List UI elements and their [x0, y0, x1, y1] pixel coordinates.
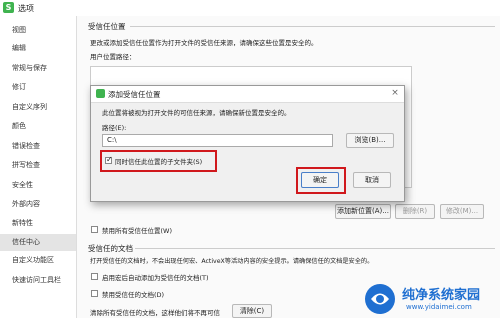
cancel-button[interactable]: 取消: [353, 172, 391, 188]
watermark: 纯净系统家园 www.yidaimei.com: [360, 280, 500, 318]
sidebar-item-color[interactable]: 颜色: [0, 118, 76, 135]
clear-button[interactable]: 清除(C): [232, 304, 272, 318]
sidebar-item-view[interactable]: 视图: [0, 22, 76, 39]
enable-macro-trust-label: 启用宏后自动添加为受信任的文档(T): [102, 274, 209, 282]
sidebar-item-general-save[interactable]: 常规与保存: [0, 60, 76, 77]
watermark-url: www.yidaimei.com: [406, 303, 472, 311]
subfolders-highlight: [100, 150, 217, 172]
sidebar-item-revision[interactable]: 修订: [0, 79, 76, 96]
trusted-locations-title: 受信任位置: [88, 22, 126, 31]
disable-all-locations-checkbox[interactable]: [91, 226, 98, 233]
watermark-title: 纯净系统家园: [402, 288, 481, 303]
enable-macro-trust-checkbox[interactable]: [91, 273, 98, 280]
watermark-logo-icon: [365, 284, 395, 314]
sidebar-item-external[interactable]: 外部内容: [0, 196, 76, 213]
disable-trusted-docs-label: 禁用受信任的文档(D): [102, 291, 165, 299]
app-icon: [96, 89, 105, 98]
browse-button[interactable]: 浏览(B)...: [346, 133, 394, 148]
sidebar-item-custom-list[interactable]: 自定义序列: [0, 99, 76, 116]
section-divider: [130, 26, 495, 27]
sidebar-item-new-features[interactable]: 新特性: [0, 215, 76, 232]
close-icon[interactable]: ×: [389, 87, 401, 99]
dialog-titlebar: 添加受信任位置 ×: [91, 86, 404, 103]
ok-highlight: [296, 167, 346, 194]
trusted-locations-description: 更改或添加受信任位置作为打开文件的受信任来源，请确保这些位置是安全的。: [90, 39, 318, 47]
trusted-documents-title: 受信任的文档: [88, 244, 133, 253]
trusted-documents-description: 打开受信任的文档时，不会出现任何宏、ActiveX等活动内容的安全提示。请确保信…: [90, 258, 374, 265]
app-icon: S: [3, 2, 14, 13]
window-title: 选项: [18, 4, 34, 13]
sidebar-item-quick-access[interactable]: 快速访问工具栏: [0, 272, 76, 289]
add-trusted-location-dialog: 添加受信任位置 × 此位置将被视为打开文件的可信任来源，请确保新位置是安全的。 …: [90, 85, 405, 202]
window-titlebar: S 选项: [0, 0, 500, 17]
path-label: 路径(E):: [102, 124, 127, 132]
sidebar-item-customize-ribbon[interactable]: 自定义功能区: [0, 252, 76, 269]
dialog-title: 添加受信任位置: [108, 90, 161, 99]
add-location-button[interactable]: 添加新位置(A)...: [335, 204, 391, 219]
disable-all-locations-label: 禁用所有受信任位置(W): [102, 227, 172, 235]
clear-trusted-docs-text: 清除所有受信任的文档，这样他们将不再可信: [90, 309, 220, 317]
path-input[interactable]: C:\: [102, 134, 333, 147]
section-divider: [135, 248, 495, 249]
sidebar-item-security[interactable]: 安全性: [0, 177, 76, 194]
dialog-warning: 此位置将被视为打开文件的可信任来源，请确保新位置是安全的。: [102, 109, 291, 117]
disable-trusted-docs-checkbox[interactable]: [91, 290, 98, 297]
path-column-header: 用户位置路径：: [90, 53, 136, 61]
modify-location-button[interactable]: 修改(M)...: [440, 204, 484, 219]
sidebar-item-spell-check[interactable]: 拼写检查: [0, 157, 76, 174]
sidebar-item-error-check[interactable]: 错误检查: [0, 138, 76, 155]
remove-location-button[interactable]: 删除(R): [395, 204, 435, 219]
sidebar-item-trust-center[interactable]: 信任中心: [0, 234, 76, 251]
sidebar-item-edit[interactable]: 编辑: [0, 40, 76, 57]
options-sidebar: 视图 编辑 常规与保存 修订 自定义序列 颜色 错误检查 拼写检查 安全性 外部…: [0, 16, 77, 318]
